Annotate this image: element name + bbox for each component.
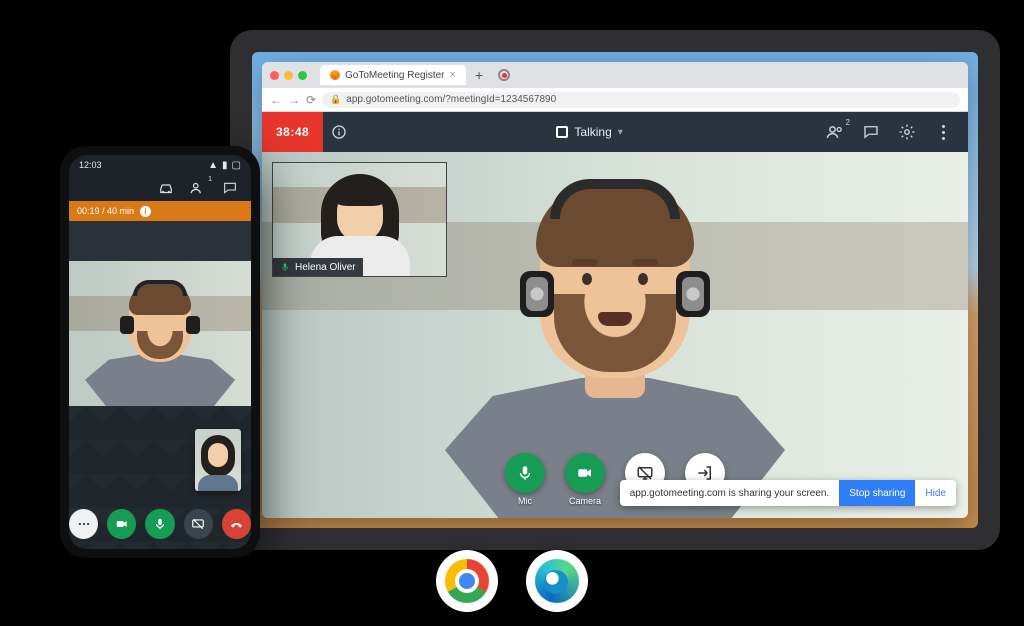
chrome-icon [445,559,489,603]
phone-clock: 12:03 [79,160,102,170]
edge-badge [526,550,588,612]
pip-video[interactable]: Helena Oliver [272,162,447,277]
phone-participants-count: 1 [208,176,212,183]
chevron-down-icon: ▾ [618,127,623,138]
main-video: Helena Oliver Mic Came [262,152,968,518]
nav-back-icon[interactable]: ← [270,93,282,107]
info-icon [331,124,347,140]
mic-label: Mic [518,496,532,506]
browser-address-bar: ← → ⟳ 🔒 app.gotomeeting.com/?meetingId=1… [262,88,968,112]
window-maximize-icon[interactable] [298,71,307,80]
laptop-device: GoToMeeting Register × + ← → ⟳ 🔒 app.got… [230,30,1000,550]
phone-video-area [69,221,251,549]
url-field[interactable]: 🔒 app.gotomeeting.com/?meetingId=1234567… [322,92,960,108]
car-icon [157,179,175,197]
phone-device: 12:03 ▲ ▮ ▢ 1 00:19 / 40 min i [60,146,260,558]
chat-icon [222,180,238,196]
participants-button[interactable]: 2 [824,121,846,143]
edge-icon [535,559,579,603]
phone-top-actions: 1 [69,175,251,201]
camera-label: Camera [569,496,601,506]
url-text: app.gotomeeting.com/?meetingId=123456789… [346,94,556,105]
mic-button[interactable]: Mic [505,453,545,506]
lock-icon: 🔒 [330,94,341,105]
window-controls[interactable] [270,71,307,80]
signal-icon: ▮ [222,160,228,171]
hide-toast-button[interactable]: Hide [915,488,956,499]
laptop-desktop: GoToMeeting Register × + ← → ⟳ 🔒 app.got… [252,52,978,528]
screen-icon [191,517,205,531]
chat-button[interactable] [860,121,882,143]
people-icon [825,122,845,142]
view-mode-dropdown[interactable]: Talking ▾ [355,125,824,139]
phone-timer-text: 00:19 / 40 min [77,206,134,216]
wifi-icon: ▲ [208,160,218,171]
window-minimize-icon[interactable] [284,71,293,80]
battery-icon: ▢ [232,160,241,171]
camera-icon [565,453,605,493]
phone-mic-button[interactable] [145,509,174,539]
browser-badges [436,550,588,612]
mic-icon [153,517,167,531]
kebab-icon [942,125,945,140]
speaker-view-icon [556,126,568,138]
view-mode-label: Talking [574,125,611,139]
phone-main-video [69,261,251,406]
phone-more-button[interactable] [69,509,98,539]
phone-timer-info-icon[interactable]: i [140,206,151,217]
settings-button[interactable] [896,121,918,143]
phone-camera-button[interactable] [107,509,136,539]
phone-screen-button[interactable] [184,509,213,539]
stop-sharing-button[interactable]: Stop sharing [839,480,915,506]
phone-timer-bar: 00:19 / 40 min i [69,201,251,221]
people-icon [189,179,207,197]
phone-status-bar: 12:03 ▲ ▮ ▢ [69,155,251,175]
screen-share-toast: app.gotomeeting.com is sharing your scre… [620,480,956,506]
phone-end-call-button[interactable] [222,509,251,539]
chat-icon [862,123,880,141]
nav-forward-icon[interactable]: → [288,93,300,107]
tab-close-icon[interactable]: × [450,69,456,81]
camera-icon [115,517,129,531]
chrome-badge [436,550,498,612]
new-tab-button[interactable]: + [471,67,487,83]
share-toast-message: app.gotomeeting.com is sharing your scre… [620,488,840,499]
browser-tab-strip: GoToMeeting Register × + [262,62,968,88]
meeting-toolbar: 38:48 Talking ▾ 2 [262,112,968,152]
more-button[interactable] [932,121,954,143]
mic-icon [505,453,545,493]
window-close-icon[interactable] [270,71,279,80]
toolbar-right: 2 [824,121,968,143]
recording-indicator-icon [498,69,510,81]
meeting-timer: 38:48 [262,112,323,152]
nav-reload-icon[interactable]: ⟳ [306,93,316,107]
phone-screen: 12:03 ▲ ▮ ▢ 1 00:19 / 40 min i [69,155,251,549]
mic-active-icon [280,262,290,272]
browser-tab[interactable]: GoToMeeting Register × [320,65,466,85]
phone-self-view[interactable] [195,429,241,491]
meeting-info-button[interactable] [323,124,355,140]
participants-count: 2 [846,118,850,127]
phone-chat-button[interactable] [221,179,239,197]
tab-favicon-icon [330,70,340,80]
browser-window: GoToMeeting Register × + ← → ⟳ 🔒 app.got… [262,62,968,518]
gear-icon [898,123,916,141]
pip-name-label: Helena Oliver [273,258,363,276]
dots-icon [77,517,91,531]
tab-title: GoToMeeting Register [345,70,445,81]
phone-call-controls [69,509,251,539]
hangup-icon [229,517,244,532]
phone-participants-button[interactable]: 1 [189,179,207,197]
camera-button[interactable]: Camera [565,453,605,506]
phone-drive-mode-button[interactable] [157,179,175,197]
pip-name-text: Helena Oliver [295,262,356,273]
